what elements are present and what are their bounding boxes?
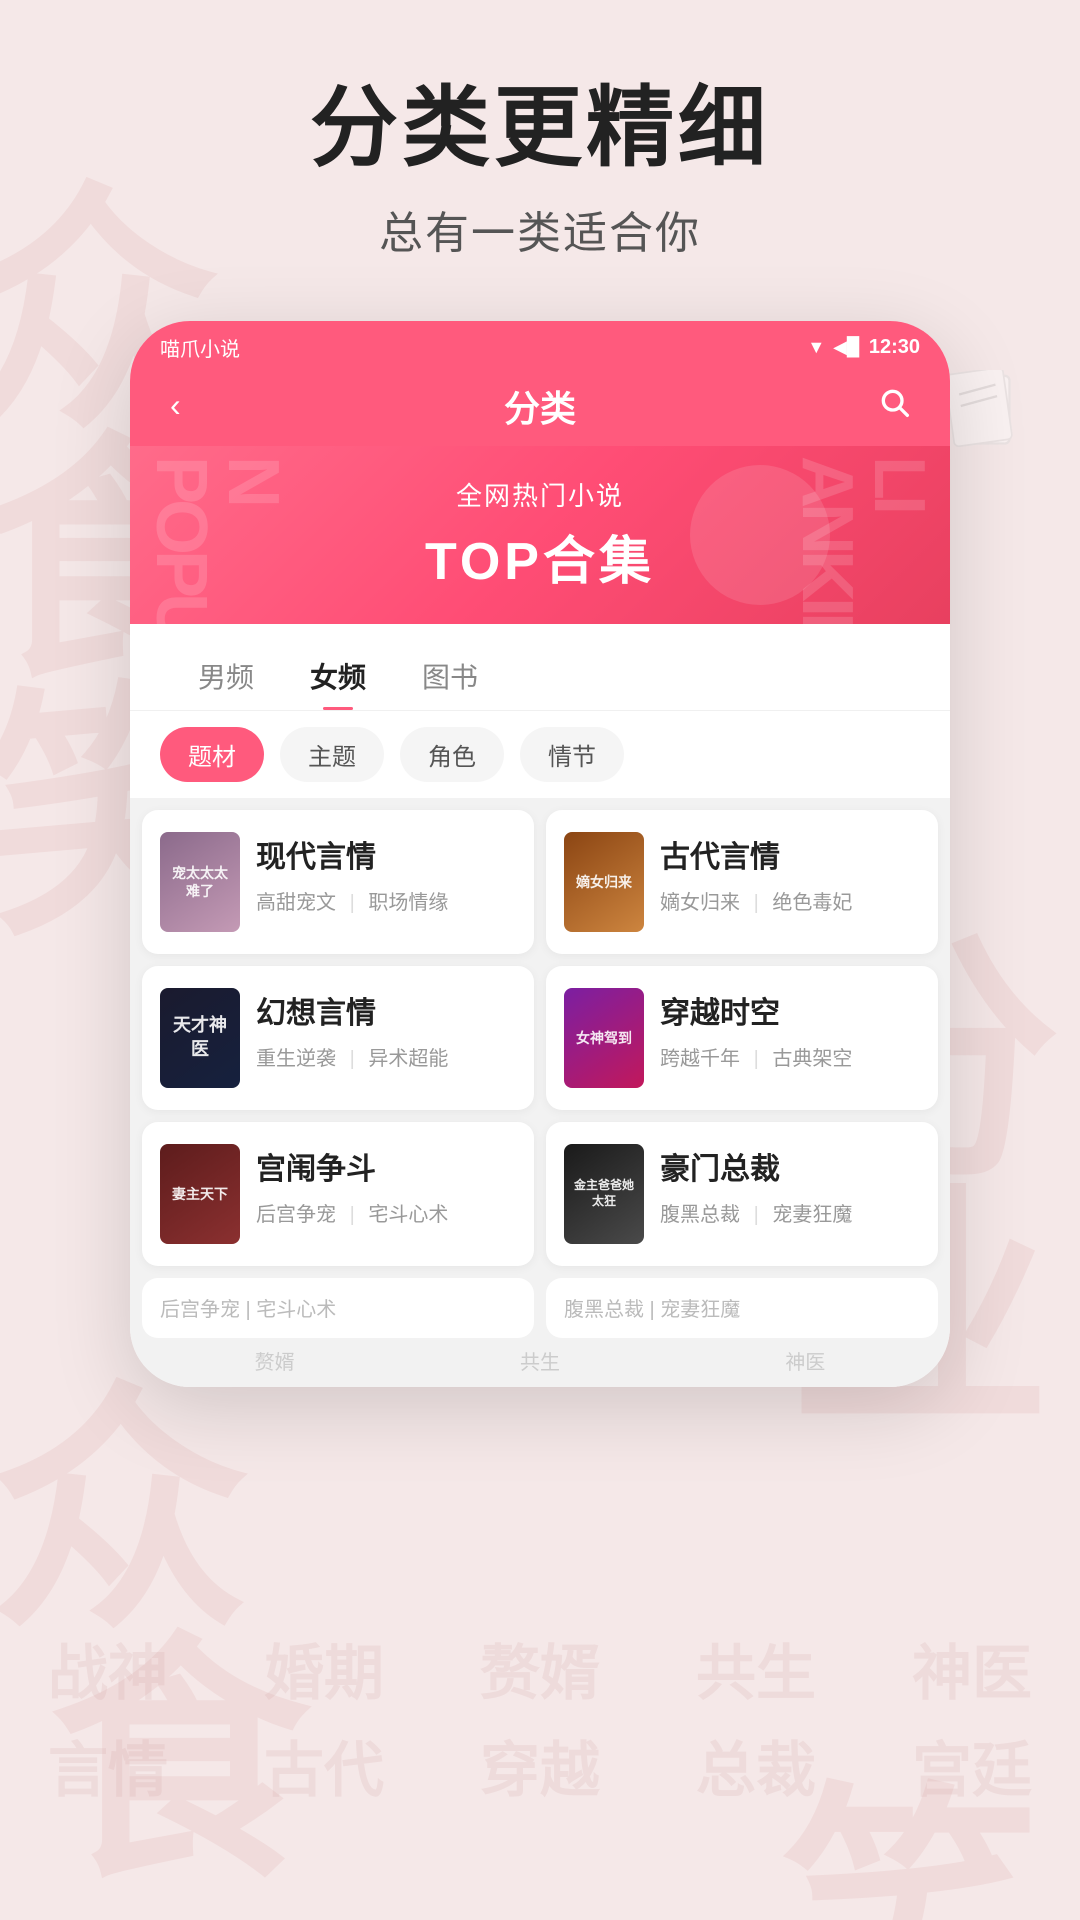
category-info-palace: 宫闱争斗 后宫争宠 | 宅斗心术 xyxy=(256,1144,516,1227)
cover-text: 天才神医 xyxy=(166,1014,234,1061)
page-headline: 分类更精细 xyxy=(310,80,770,177)
nav-title: 分类 xyxy=(504,380,576,432)
cover-text: 宠太太太难了 xyxy=(166,864,234,900)
category-tags: 跨越千年 | 古典架空 xyxy=(660,1042,920,1071)
banner-circle-decoration xyxy=(690,465,830,605)
cover-ancient-romance: 嫡女归来 xyxy=(564,832,644,932)
back-button[interactable]: ‹ xyxy=(170,387,181,424)
watermark-char: 笑 xyxy=(780,1700,1040,1920)
category-grid: 宠太太太难了 现代言情 高甜宠文 | 职场情缘 嫡女归来 xyxy=(130,798,950,1278)
status-time: 12:30 xyxy=(869,336,920,359)
banner-text: 全网热门小说 TOP合集 xyxy=(425,476,655,594)
category-card-palace[interactable]: 妻主天下 宫闱争斗 后宫争宠 | 宅斗心术 xyxy=(142,1122,534,1266)
cover-modern-romance: 宠太太太难了 xyxy=(160,832,240,932)
nav-bar: ‹ 分类 xyxy=(130,371,950,446)
category-name: 宫闱争斗 xyxy=(256,1144,516,1188)
bottom-char-row: 战神婚期赘婿共生神医 xyxy=(0,1620,1080,1717)
category-card-time-travel[interactable]: 女神驾到 穿越时空 跨越千年 | 古典架空 xyxy=(546,966,938,1110)
search-icon[interactable] xyxy=(878,386,910,426)
bg-chars-bottom: 战神婚期赘婿共生神医 言情古代穿越总裁宫廷 xyxy=(0,1620,1080,1920)
category-card-fantasy[interactable]: 天才神医 幻想言情 重生逆袭 | 异术超能 xyxy=(142,966,534,1110)
status-icons: ▼ ◀▉ 12:30 xyxy=(807,336,920,359)
category-info-fantasy: 幻想言情 重生逆袭 | 异术超能 xyxy=(256,988,516,1071)
category-name: 现代言情 xyxy=(256,832,516,876)
category-tags: 腹黑总裁 | 宠妻狂魔 xyxy=(660,1198,920,1227)
tab-male[interactable]: 男频 xyxy=(170,644,282,710)
peek-row-1: 后宫争宠 | 宅斗心术 腹黑总裁 | 宠妻狂魔 xyxy=(130,1278,950,1338)
bwm-text: 赘婿 xyxy=(255,1346,295,1375)
category-name: 穿越时空 xyxy=(660,988,920,1032)
phone-mockup: 喵爪小说 ▼ ◀▉ 12:30 ‹ 分类 POPULAR N ANKING LI xyxy=(130,321,950,1387)
filter-plot[interactable]: 情节 xyxy=(520,727,624,782)
cover-text: 妻主天下 xyxy=(172,1185,228,1203)
filter-theme[interactable]: 主题 xyxy=(280,727,384,782)
cover-palace: 妻主天下 xyxy=(160,1144,240,1244)
bottom-char-row: 言情古代穿越总裁宫廷 xyxy=(0,1717,1080,1814)
status-bar: 喵爪小说 ▼ ◀▉ 12:30 xyxy=(130,321,950,371)
filter-row: 题材 主题 角色 情节 xyxy=(130,711,950,798)
cover-fantasy: 天才神医 xyxy=(160,988,240,1088)
filter-topic[interactable]: 题材 xyxy=(160,727,264,782)
category-name: 古代言情 xyxy=(660,832,920,876)
bwm-text: 神医 xyxy=(785,1346,825,1375)
category-info-modern: 现代言情 高甜宠文 | 职场情缘 xyxy=(256,832,516,915)
category-card-ancient-romance[interactable]: 嫡女归来 古代言情 嫡女归来 | 绝色毒妃 xyxy=(546,810,938,954)
category-tags: 后宫争宠 | 宅斗心术 xyxy=(256,1198,516,1227)
bwm-text: 共生 xyxy=(520,1346,560,1375)
banner-subtitle: 全网热门小说 xyxy=(425,476,655,513)
cover-text: 金主爸爸她太狂 xyxy=(570,1178,638,1209)
peek-text: 腹黑总裁 | 宠妻狂魔 xyxy=(564,1293,740,1322)
banner-title: TOP合集 xyxy=(425,519,655,594)
category-tags: 重生逆袭 | 异术超能 xyxy=(256,1042,516,1071)
category-tags: 高甜宠文 | 职场情缘 xyxy=(256,886,516,915)
category-card-ceo[interactable]: 金主爸爸她太狂 豪门总裁 腹黑总裁 | 宠妻狂魔 xyxy=(546,1122,938,1266)
peek-card-left: 后宫争宠 | 宅斗心术 xyxy=(142,1278,534,1338)
main-content: 分类更精细 总有一类适合你 喵爪小说 ▼ ◀▉ 12:30 ‹ 分类 xyxy=(0,0,1080,1387)
bottom-watermarks: 赘婿 共生 神医 xyxy=(130,1338,950,1387)
banner[interactable]: POPULAR N ANKING LI 全网热门小说 TOP合集 xyxy=(130,446,950,624)
category-tags: 嫡女归来 | 绝色毒妃 xyxy=(660,886,920,915)
tabs-row: 男频 女频 图书 xyxy=(130,624,950,711)
cover-text: 女神驾到 xyxy=(576,1029,632,1047)
category-name: 幻想言情 xyxy=(256,988,516,1032)
watermark-char: 食 xyxy=(50,1550,310,1920)
category-name: 豪门总裁 xyxy=(660,1144,920,1188)
category-info-travel: 穿越时空 跨越千年 | 古典架空 xyxy=(660,988,920,1071)
category-card-modern-romance[interactable]: 宠太太太难了 现代言情 高甜宠文 | 职场情缘 xyxy=(142,810,534,954)
tab-female[interactable]: 女频 xyxy=(282,644,394,710)
filter-character[interactable]: 角色 xyxy=(400,727,504,782)
cover-time-travel: 女神驾到 xyxy=(564,988,644,1088)
tab-books[interactable]: 图书 xyxy=(394,644,506,710)
category-info-ancient: 古代言情 嫡女归来 | 绝色毒妃 xyxy=(660,832,920,915)
peek-card-right: 腹黑总裁 | 宠妻狂魔 xyxy=(546,1278,938,1338)
app-name: 喵爪小说 xyxy=(160,333,240,362)
peek-text: 后宫争宠 | 宅斗心术 xyxy=(160,1293,336,1322)
category-info-ceo: 豪门总裁 腹黑总裁 | 宠妻狂魔 xyxy=(660,1144,920,1227)
wifi-icon: ▼ xyxy=(807,337,825,358)
signal-icon: ◀▉ xyxy=(833,337,861,358)
cover-ceo: 金主爸爸她太狂 xyxy=(564,1144,644,1244)
page-subheadline: 总有一类适合你 xyxy=(379,197,701,261)
banner-watermark-left: POPULAR N xyxy=(145,456,289,624)
cover-text: 嫡女归来 xyxy=(576,873,632,891)
